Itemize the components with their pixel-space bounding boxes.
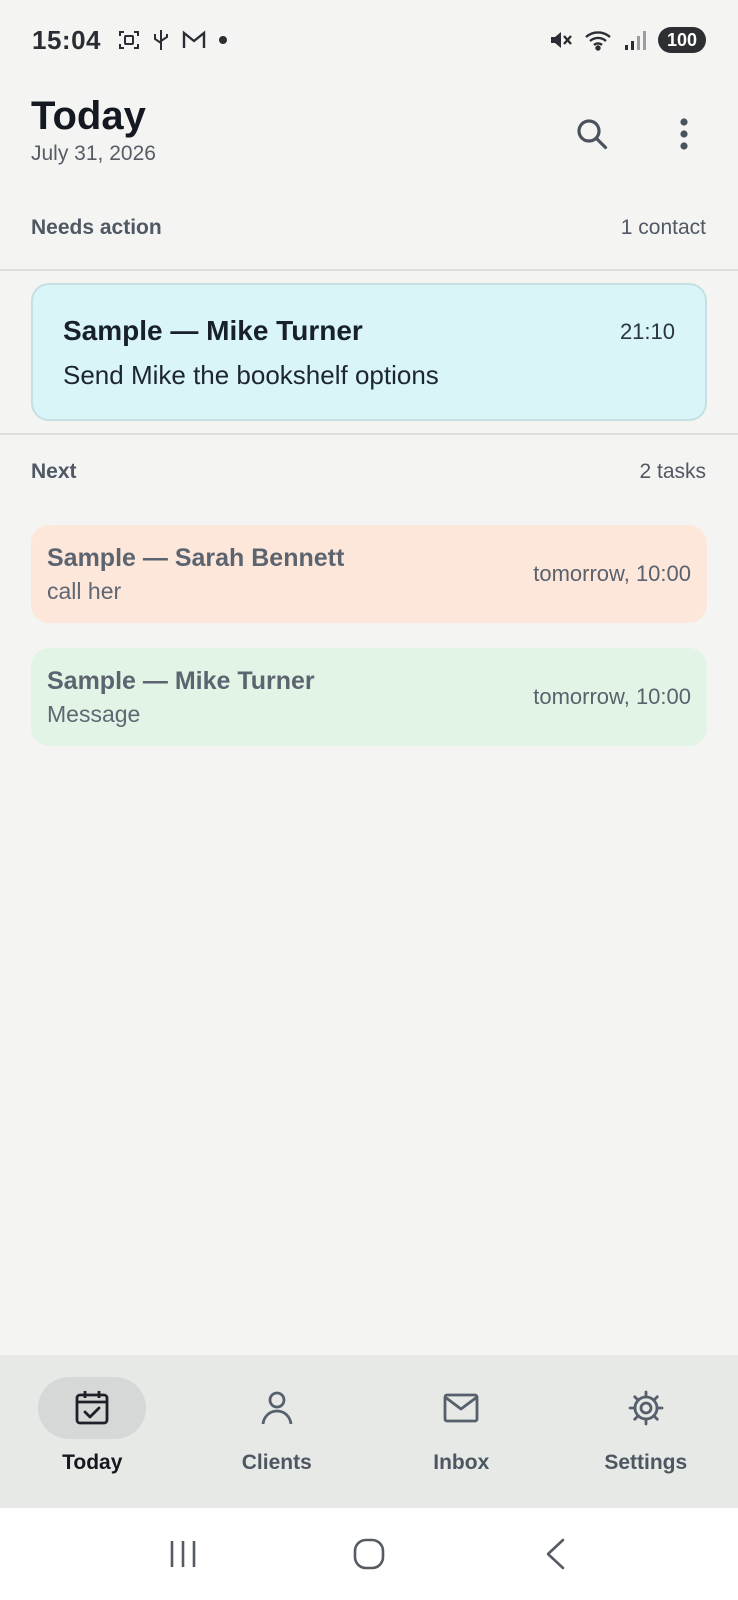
home-icon	[353, 1538, 385, 1570]
divider	[0, 269, 738, 271]
card-contact-name: Sample — Mike Turner	[63, 315, 363, 346]
needs-action-card[interactable]: Sample — Mike Turner Send Mike the books…	[31, 283, 707, 421]
person-icon	[261, 1391, 293, 1425]
task-card[interactable]: Sample — Sarah Bennett call her tomorrow…	[31, 525, 707, 623]
signal-icon	[624, 29, 648, 51]
section-count: 1 contact	[620, 216, 706, 239]
more-options-button[interactable]	[662, 112, 706, 156]
mute-icon	[548, 28, 574, 52]
card-time: tomorrow, 10:00	[533, 684, 691, 709]
card-time: 21:10	[619, 319, 675, 344]
calendar-check-icon	[75, 1391, 109, 1425]
task-card[interactable]: Sample — Mike Turner Message tomorrow, 1…	[31, 648, 707, 746]
search-icon	[577, 119, 608, 150]
gear-icon	[628, 1390, 664, 1426]
card-task-text: Send Mike the bookshelf options	[63, 360, 439, 390]
needs-action-header: Needs action 1 contact	[31, 216, 706, 240]
divider	[0, 433, 738, 435]
header-actions	[570, 112, 706, 156]
section-count: 2 tasks	[639, 460, 706, 483]
status-time: 15:04	[32, 24, 101, 55]
nav-item-inbox[interactable]: Inbox	[369, 1355, 554, 1508]
status-bar: 15:04 100	[0, 0, 738, 80]
status-left: 15:04	[32, 25, 229, 56]
section-title: Next	[31, 460, 77, 483]
nav-label: Today	[62, 1451, 123, 1474]
nav-item-settings[interactable]: Settings	[554, 1355, 738, 1508]
nav-item-clients[interactable]: Clients	[185, 1355, 370, 1508]
status-right: 100	[548, 27, 706, 53]
back-button[interactable]	[515, 1524, 595, 1584]
gmail-icon	[181, 29, 207, 51]
nav-label: Clients	[241, 1451, 312, 1474]
bottom-nav: Today Clients Inbox Settings	[0, 1355, 738, 1508]
next-header: Next 2 tasks	[31, 460, 706, 484]
nav-item-today[interactable]: Today	[0, 1355, 185, 1508]
search-button[interactable]	[570, 112, 614, 156]
section-title: Needs action	[31, 216, 162, 239]
back-icon	[546, 1538, 565, 1570]
system-nav	[0, 1508, 738, 1600]
recents-button[interactable]	[143, 1524, 223, 1584]
battery-indicator: 100	[657, 27, 706, 53]
more-vert-icon	[680, 118, 688, 150]
header: Today July 31, 2026	[31, 92, 706, 182]
card-time: tomorrow, 10:00	[533, 561, 691, 586]
mail-icon	[443, 1393, 479, 1423]
dot-icon	[217, 34, 229, 46]
wifi-icon	[584, 28, 614, 52]
nav-label: Inbox	[433, 1451, 490, 1474]
usb-icon	[151, 28, 171, 52]
nav-label: Settings	[604, 1451, 688, 1474]
nav-active-pill	[38, 1377, 147, 1439]
home-button[interactable]	[329, 1524, 409, 1584]
recents-icon	[170, 1541, 196, 1567]
screenshot-icon	[117, 28, 141, 52]
